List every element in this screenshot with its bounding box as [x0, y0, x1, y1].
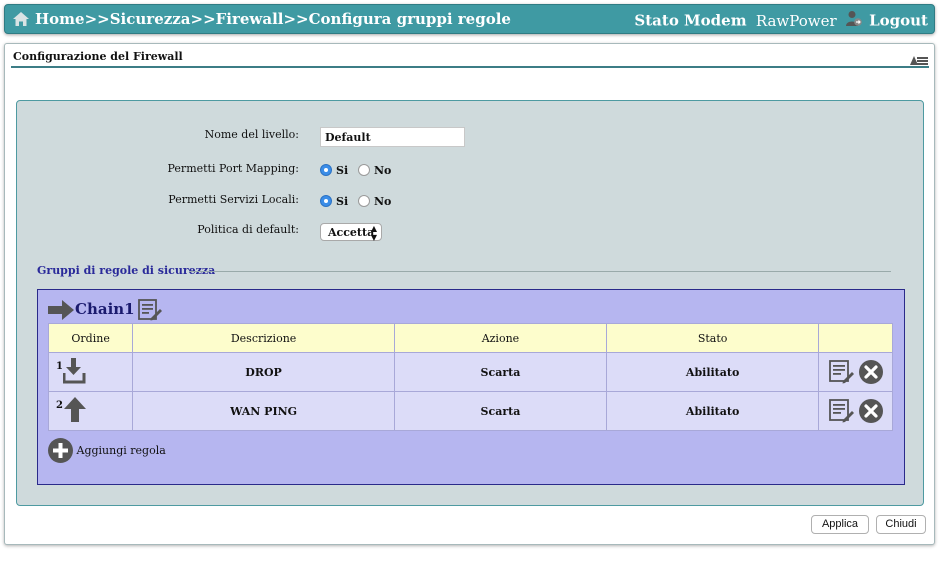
user-name: RawPower [755, 11, 837, 30]
arrow-right-icon [48, 300, 74, 324]
port-mapping-si-radio[interactable] [320, 164, 332, 176]
col-description: Descrizione [132, 323, 395, 353]
default-policy-label: Politica di default: [197, 223, 299, 236]
firewall-config-panel: Configurazione del Firewall Nome del liv… [4, 43, 935, 545]
chain-box: Chain1 Ordine Descrizione Azione Stato 1… [37, 289, 905, 485]
user-logout-icon[interactable] [845, 10, 862, 31]
local-services-label: Permetti Servizi Locali: [168, 193, 299, 206]
chain-name: Chain1 [75, 300, 135, 318]
apply-button[interactable]: Applica [811, 515, 869, 534]
port-mapping-no-radio[interactable] [357, 164, 370, 176]
add-rule-button[interactable]: Aggiungi regola [48, 438, 166, 463]
form-box: Nome del livello: Default Permetti Port … [16, 100, 924, 506]
row-actions [818, 352, 893, 392]
home-icon[interactable] [12, 11, 30, 31]
row-order-number: 2 [56, 400, 63, 411]
move-up-icon[interactable] [63, 397, 87, 426]
table-row: 1 DROP Scarta Abilitato [47, 352, 893, 392]
panel-title-divider [11, 66, 929, 68]
rule-groups-divider [189, 271, 891, 272]
breadcrumb[interactable]: Home>>Sicurezza>>Firewall>>Configura gru… [35, 10, 511, 28]
add-rule-label: Aggiungi regola [76, 444, 166, 457]
row-order-cell: 1 [47, 352, 134, 392]
port-mapping-radios: Si No [320, 163, 397, 177]
default-policy-value: Accetta [328, 226, 375, 239]
row-action: Scarta [393, 352, 607, 392]
port-mapping-no-label: No [373, 163, 392, 177]
row-state: Abilitato [605, 352, 820, 392]
local-services-radios: Si No [320, 194, 397, 208]
delete-rule-icon[interactable] [858, 360, 883, 384]
table-row: 2 WAN PING Scarta Abilitato [47, 391, 893, 431]
col-order: Ordine [47, 323, 134, 353]
col-state: Stato [605, 323, 820, 353]
delete-rule-icon[interactable] [858, 399, 883, 423]
row-action: Scarta [393, 391, 607, 431]
row-state: Abilitato [605, 391, 820, 431]
col-action: Azione [393, 323, 607, 353]
row-order-cell: 2 [47, 391, 134, 431]
select-arrows-icon: ▲ ▼ [370, 223, 377, 242]
edit-chain-icon[interactable] [138, 299, 162, 325]
local-services-no-radio[interactable] [357, 195, 370, 207]
header-right: Stato Modem RawPower Logout [634, 10, 928, 31]
local-services-si-radio[interactable] [320, 195, 332, 207]
rules-header-row: Ordine Descrizione Azione Stato [47, 323, 893, 353]
local-services-no-label: No [373, 194, 392, 208]
level-name-label: Nome del livello: [204, 128, 299, 141]
rules-table: Ordine Descrizione Azione Stato 1 DROP S… [47, 323, 893, 431]
edit-rule-icon[interactable] [828, 399, 855, 423]
row-actions [818, 391, 893, 431]
logout-link[interactable]: Logout [869, 12, 928, 30]
port-mapping-si-label: Si [336, 163, 349, 177]
local-services-si-label: Si [336, 194, 349, 208]
port-mapping-label: Permetti Port Mapping: [167, 162, 299, 175]
add-circle-icon [48, 438, 73, 463]
panel-title: Configurazione del Firewall [13, 50, 183, 63]
row-description: DROP [132, 352, 395, 392]
status-link[interactable]: Stato Modem [634, 12, 746, 30]
edit-rule-icon[interactable] [828, 360, 855, 384]
default-policy-select[interactable]: Accetta ▲ ▼ [320, 223, 382, 242]
move-down-icon[interactable] [62, 358, 87, 387]
level-name-input[interactable]: Default [320, 127, 465, 147]
close-button[interactable]: Chiudi [876, 515, 926, 534]
col-actions [818, 323, 893, 353]
row-description: WAN PING [132, 391, 395, 431]
top-bar: Home>>Sicurezza>>Firewall>>Configura gru… [4, 4, 935, 34]
row-order-number: 1 [56, 361, 63, 372]
